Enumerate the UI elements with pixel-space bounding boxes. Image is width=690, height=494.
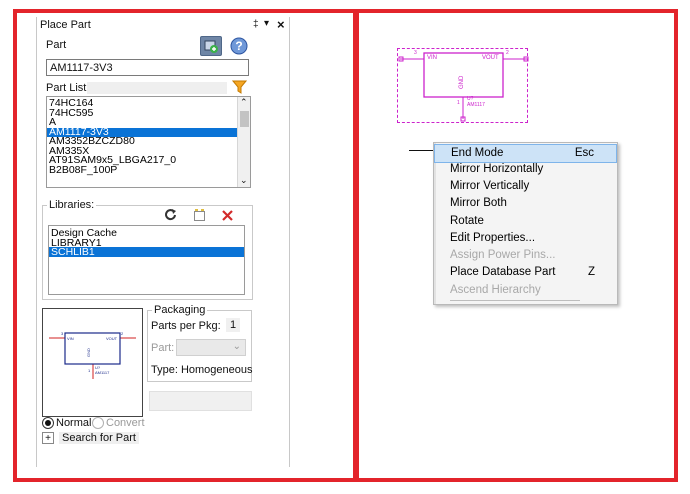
menu-item-mirror-vertically[interactable]: Mirror Vertically (434, 178, 617, 195)
preview-gnd-label: GND (86, 348, 91, 357)
library-item-selected[interactable]: SCHLIB1 (49, 247, 244, 257)
part-name-input[interactable]: AM1117-3V3 (46, 59, 249, 76)
schematic-vin-label: VIN (427, 55, 438, 61)
menu-item-rotate[interactable]: Rotate (434, 213, 617, 230)
refresh-icon (165, 209, 176, 221)
part-list-items: 74HC164 74HC595 A AM1117-3V3 AM3352BZCZD… (47, 98, 237, 176)
cut-off-text-fragment (450, 300, 580, 301)
filter-button[interactable] (229, 78, 249, 95)
menu-item-label: Ascend Hierarchy (450, 284, 541, 296)
chevron-down-icon: ⌄ (232, 341, 241, 352)
type-label: Type: Homogeneous (151, 364, 253, 376)
help-button[interactable]: ? (229, 36, 249, 56)
pin-icon[interactable]: ‡ (253, 19, 259, 30)
menu-item-place-database-part[interactable]: Place Database Part Z (434, 264, 617, 281)
schematic-pin1: 1 (457, 100, 460, 106)
schematic-vout-label: VOUT (482, 55, 499, 61)
normal-radio[interactable] (42, 417, 54, 429)
menu-item-label: Edit Properties... (450, 232, 536, 244)
part-list-filter-bar (87, 82, 227, 94)
remove-library-button[interactable] (218, 207, 236, 223)
part-list-label: Part List: (46, 82, 90, 94)
cursor-crosshair-line (409, 150, 434, 151)
schematic-part-ghost[interactable]: 3 VIN VOUT 2 GND 1 U? AM1117 (397, 48, 529, 123)
add-part-button[interactable] (200, 36, 222, 56)
part-preview: 3 VIN VOUT 2 GND 1 U? AM1117 (42, 308, 143, 417)
packaging-label: Packaging (152, 304, 208, 316)
part-select-label: Part: (151, 342, 175, 354)
menu-item-cut-off (450, 300, 600, 304)
menu-item-mirror-horizontally[interactable]: Mirror Horizontally (434, 161, 617, 178)
libraries-label: Libraries: (47, 199, 97, 211)
refresh-libraries-button[interactable] (162, 207, 180, 223)
menu-item-assign-power-pins: Assign Power Pins... (434, 247, 617, 264)
add-part-icon (204, 40, 218, 53)
schematic-value: AM1117 (467, 102, 485, 108)
menu-item-ascend-hierarchy: Ascend Hierarchy (434, 282, 617, 299)
libraries-list[interactable]: Design Cache LIBRARY1 SCHLIB1 (48, 225, 245, 295)
panel-menu-dropdown[interactable]: ▾ (264, 18, 269, 29)
search-for-part-label[interactable]: Search for Part (59, 432, 139, 444)
menu-item-shortcut: Z (587, 266, 595, 278)
filter-icon (231, 80, 247, 94)
preview-pin3: 3 (61, 331, 64, 336)
schematic-pin2: 2 (506, 50, 509, 56)
schematic-pin3: 3 (414, 50, 417, 56)
parts-per-pkg-value: 1 (226, 318, 240, 332)
scroll-up-icon[interactable]: ⌃ (240, 97, 248, 108)
radio-dot (45, 420, 51, 426)
menu-item-edit-properties[interactable]: Edit Properties... (434, 230, 617, 247)
part-preview-graphic (49, 332, 136, 379)
list-item[interactable]: 74HC595 (47, 108, 237, 119)
place-part-panel: Place Part ‡ ▾ × Part ? AM1117-3V3 Part … (36, 17, 290, 467)
help-icon: ? (230, 37, 248, 55)
menu-item-mirror-both[interactable]: Mirror Both (434, 195, 617, 212)
preview-vout-label: VOUT (106, 336, 118, 341)
parts-per-pkg-label: Parts per Pkg: (151, 320, 221, 332)
status-field (149, 391, 252, 411)
preview-value: AM1117 (95, 370, 110, 375)
add-library-button[interactable] (190, 207, 208, 223)
svg-text:?: ? (235, 39, 242, 53)
part-label: Part (46, 39, 67, 51)
close-icon[interactable]: × (277, 17, 285, 32)
search-expand-button[interactable]: + (42, 432, 54, 444)
scroll-thumb[interactable] (240, 111, 249, 127)
menu-item-label: End Mode (451, 147, 504, 159)
preview-vin-label: VIN (67, 336, 74, 341)
preview-pin2: 2 (121, 331, 124, 336)
part-list[interactable]: 74HC164 74HC595 A AM1117-3V3 AM3352BZCZD… (46, 96, 251, 188)
normal-label: Normal (56, 417, 92, 429)
convert-radio[interactable] (92, 417, 104, 429)
menu-item-label: Place Database Part (450, 266, 556, 278)
schematic-gnd-label: GND (459, 75, 465, 89)
scroll-down-icon[interactable]: ⌄ (240, 175, 248, 186)
libraries-items: Design Cache LIBRARY1 SCHLIB1 (49, 228, 244, 257)
add-library-icon (193, 208, 205, 221)
panel-title: Place Part (40, 19, 91, 31)
preview-pin1: 1 (88, 368, 91, 373)
menu-item-label: Assign Power Pins... (450, 249, 556, 261)
context-menu: End Mode Esc Mirror Horizontally Mirror … (433, 142, 618, 305)
menu-item-label: Mirror Vertically (450, 180, 530, 192)
convert-label: Convert (106, 417, 145, 429)
menu-item-label: Rotate (450, 215, 484, 227)
part-select-dropdown[interactable]: ⌄ (176, 339, 246, 356)
list-item[interactable]: B2B08F_100P (47, 165, 237, 176)
remove-library-icon (221, 209, 233, 221)
menu-item-shortcut: Esc (574, 147, 594, 159)
menu-item-label: Mirror Both (450, 197, 507, 209)
part-list-scrollbar[interactable]: ⌃ ⌄ (237, 97, 250, 187)
menu-item-label: Mirror Horizontally (450, 163, 544, 175)
